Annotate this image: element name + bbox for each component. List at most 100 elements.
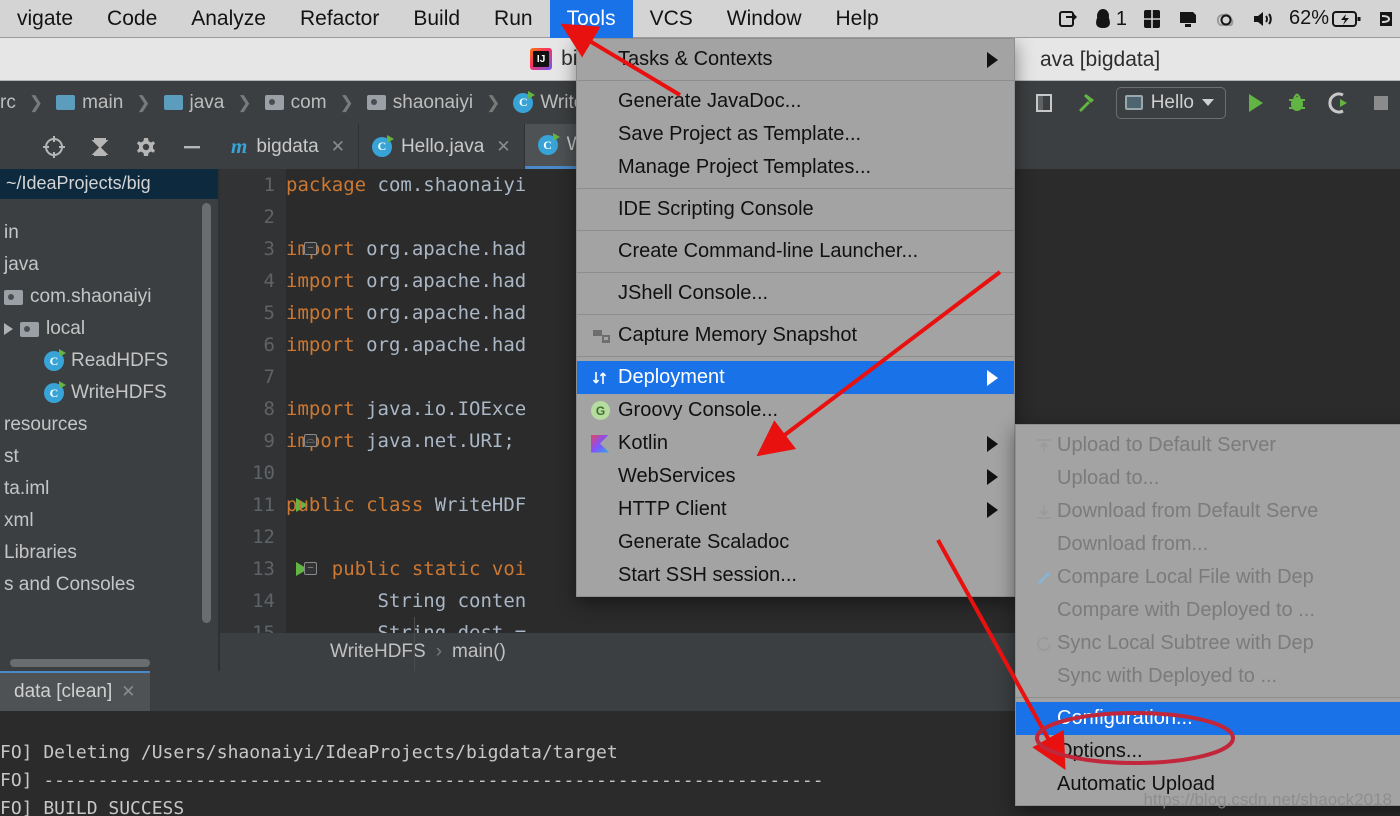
package-icon [366,95,386,110]
breadcrumb-item-java[interactable]: java [163,92,224,114]
run-configuration-selector[interactable]: Hello [1115,86,1226,119]
menu-item-webservices[interactable]: WebServices [577,460,1014,493]
menu-item-label: Groovy Console... [618,399,779,421]
menubar-item-build[interactable]: Build [396,0,477,38]
menu-item-capture-memory-snapshot[interactable]: Capture Memory Snapshot [577,319,1014,352]
menu-item-generate-javadoc[interactable]: Generate JavaDoc... [577,85,1014,118]
screen-share-icon[interactable] [1058,8,1080,30]
project-tree-item-java[interactable]: java [0,249,218,281]
qq-penguin-icon[interactable]: 1 [1094,8,1127,30]
menu-item-groovy-console[interactable]: G Groovy Console... [577,394,1014,427]
menubar-item-vigate[interactable]: vigate [0,0,90,38]
console-tab-clean[interactable]: data [clean] ✕ [0,671,150,711]
battery-charging-icon [1332,10,1361,27]
project-tree-item-resources[interactable]: resources [0,409,218,441]
menubar-item-refactor[interactable]: Refactor [283,0,396,38]
breadcrumb-item-shaonaiyi[interactable]: shaonaiyi [366,92,473,114]
deployment-submenu[interactable]: Upload to Default Server Upload to... Down… [1015,424,1400,806]
editor-splitter[interactable] [218,169,220,671]
menu-item-manage-project-templates[interactable]: Manage Project Templates... [577,151,1014,184]
menubar-item-analyze[interactable]: Analyze [174,0,283,38]
menu-item-jshell-console[interactable]: JShell Console... [577,277,1014,310]
menubar-item-run[interactable]: Run [477,0,550,38]
submenu-item-options[interactable]: Options... [1016,735,1400,768]
project-tool-window[interactable]: ~/IdeaProjects/big in java com.shaonaiyi lo… [0,169,218,671]
code-token: org.apache.had [366,334,527,356]
volume-icon[interactable] [1251,8,1275,30]
close-icon[interactable]: ✕ [121,682,135,702]
stop-button[interactable] [1368,90,1394,116]
run-coverage-button[interactable] [1326,90,1352,116]
minimize-icon[interactable] [180,135,204,159]
menubar-item-tools[interactable]: Tools [549,0,633,38]
project-tree-item-writehdfs[interactable]: C WriteHDFS [0,377,218,409]
debug-button[interactable] [1284,90,1310,116]
gear-icon[interactable] [134,135,158,159]
menubar-item-vcs[interactable]: VCS [633,0,710,38]
submenu-item-sync-with-deployed-to[interactable]: Sync with Deployed to ... [1016,660,1400,693]
display-icon[interactable] [1177,8,1199,30]
battery-status[interactable]: 62% [1289,7,1362,30]
breadcrumb-item-main[interactable]: main [56,92,123,114]
menu-item-http-client[interactable]: HTTP Client [577,493,1014,526]
project-tree-item-xml[interactable]: xml [0,505,218,537]
crosshair-locate-icon[interactable] [42,135,66,159]
submenu-item-upload-to-default-server[interactable]: Upload to Default Server [1016,429,1400,462]
submenu-item-label: Options... [1057,740,1143,762]
spotlight-icon[interactable] [1376,8,1396,30]
menu-item-start-ssh-session[interactable]: Start SSH session... [577,559,1014,592]
editor-gutter[interactable]: 123456789101112131415161718 [218,169,308,671]
breadcrumb-item-rc[interactable]: rc [0,92,16,114]
project-tree-item-in[interactable]: in [0,217,218,249]
menu-item-ide-scripting-console[interactable]: IDE Scripting Console [577,193,1014,226]
hammer-icon[interactable] [1074,90,1100,116]
menu-item-generate-scaladoc[interactable]: Generate Scaladoc [577,526,1014,559]
java-class-icon: C [44,349,66,371]
menubar-item-code[interactable]: Code [90,0,174,38]
submenu-item-compare-local-file-with-dep[interactable]: Compare Local File with Dep [1016,561,1400,594]
code-fold-marker[interactable]: ⌓ [304,434,317,447]
project-tree-item-readhdfs[interactable]: C ReadHDFS [0,345,218,377]
sidebar-vertical-scrollbar[interactable] [202,203,211,623]
submenu-item-configuration[interactable]: Configuration... [1016,702,1400,735]
project-tree-item-ta-iml[interactable]: ta.iml [0,473,218,505]
breadcrumb-item-com[interactable]: com [264,92,327,114]
menu-item-label: HTTP Client [618,498,727,520]
cloud-sync-icon[interactable] [1213,8,1237,30]
submenu-item-compare-with-deployed-to[interactable]: Compare with Deployed to ... [1016,594,1400,627]
project-structure-icon[interactable] [1032,90,1058,116]
project-tree-item-s-and-consoles[interactable]: s and Consoles [0,569,218,601]
submenu-item-upload-to[interactable]: Upload to... [1016,462,1400,495]
submenu-item-label: Sync Local Subtree with Dep [1057,632,1314,654]
project-tree-item-st[interactable]: st [0,441,218,473]
close-icon[interactable]: ✕ [496,137,510,157]
macos-menu-bar: vigate Code Analyze Refactor Build Run Tools VC… [0,0,1400,38]
tools-dropdown-menu[interactable]: Tasks & Contexts Generate JavaDoc... Save … [576,38,1015,597]
submenu-item-download-from[interactable]: Download from... [1016,528,1400,561]
menu-item-kotlin[interactable]: Kotlin [577,427,1014,460]
menu-item-deployment[interactable]: Deployment [577,361,1014,394]
breadcrumb-method[interactable]: main() [452,641,506,663]
menu-item-create-command-line-launcher[interactable]: Create Command-line Launcher... [577,235,1014,268]
menu-item-tasks-contexts[interactable]: Tasks & Contexts [577,43,1014,76]
breadcrumb-class[interactable]: WriteHDFS [330,641,426,663]
submenu-item-sync-local-subtree-with-dep[interactable]: Sync Local Subtree with Dep [1016,627,1400,660]
collapse-all-icon[interactable] [88,135,112,159]
code-fold-marker[interactable]: − [304,562,317,575]
line-number-column: 123456789101112131415161718 [218,169,308,671]
run-button[interactable] [1242,90,1268,116]
submenu-item-download-from-default-serve[interactable]: Download from Default Serve [1016,495,1400,528]
grid-icon[interactable] [1141,8,1163,30]
menubar-item-help[interactable]: Help [819,0,896,38]
close-icon[interactable]: ✕ [331,137,345,157]
editor-tab-hello-java[interactable]: C Hello.java ✕ [359,124,525,169]
menu-item-save-project-as-template[interactable]: Save Project as Template... [577,118,1014,151]
line-number: 4 [263,270,275,292]
code-fold-marker[interactable]: − [304,242,317,255]
project-tree-item-libraries[interactable]: Libraries [0,537,218,569]
sidebar-horizontal-scrollbar[interactable] [10,659,150,667]
menubar-item-window[interactable]: Window [710,0,819,38]
project-tree-item-local[interactable]: local [0,313,218,345]
project-tree-item-com-shaonaiyi[interactable]: com.shaonaiyi [0,281,218,313]
editor-tab-bigdata[interactable]: m bigdata ✕ [218,124,359,169]
